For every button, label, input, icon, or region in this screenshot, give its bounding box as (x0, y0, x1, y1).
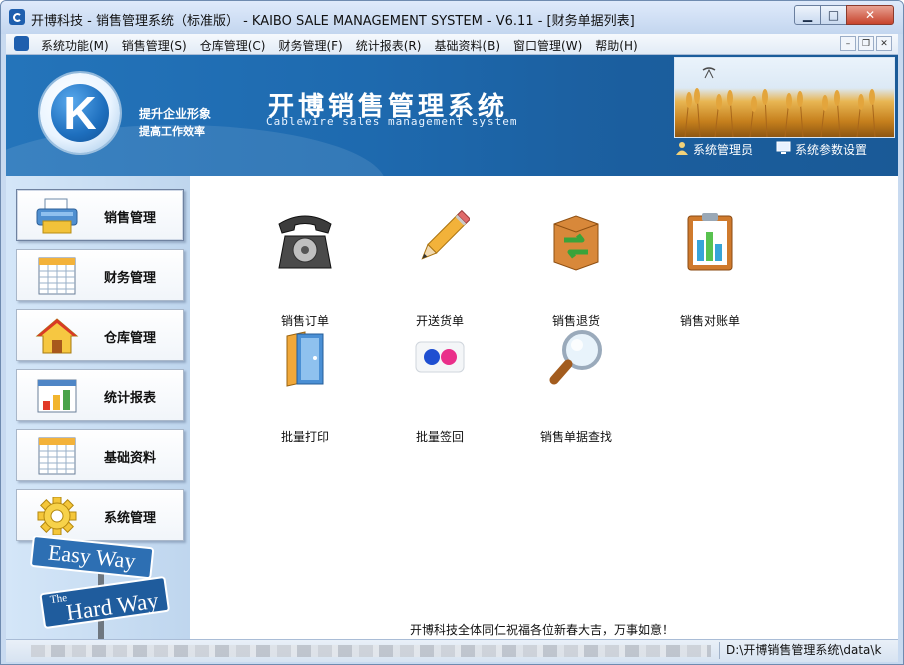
logo-letter: K (63, 87, 97, 139)
road-signs-decoration: Easy Way The Hard Way (26, 535, 186, 639)
menu-finance[interactable]: 财务管理(F) (278, 37, 342, 54)
tile-batch-sign-back[interactable]: 批量签回 (385, 326, 495, 444)
menu-warehouse[interactable]: 仓库管理(C) (200, 37, 266, 54)
monitor-icon (776, 141, 791, 158)
pencil-icon (410, 209, 472, 272)
mdi-close-button[interactable]: ✕ (876, 36, 892, 51)
table-icon (35, 437, 79, 475)
admin-link[interactable]: 系统管理员 (675, 141, 753, 158)
settings-link-label: 系统参数设置 (795, 143, 868, 157)
tile-sales-statement[interactable]: 销售对账单 (655, 210, 765, 328)
sidebar-item-label: 统计报表 (104, 391, 157, 406)
printer-icon (35, 197, 79, 235)
house-icon (35, 317, 79, 355)
menu-reports[interactable]: 统计报表(R) (356, 37, 422, 54)
header-banner: K 提升企业形象 提高工作效率 开博销售管理系统 Cablewire sales… (6, 55, 898, 176)
status-data-path: D:\开博销售管理系统\data\k (719, 642, 894, 659)
tile-sales-document-search[interactable]: 销售单据查找 (521, 326, 631, 444)
application-window: 开博科技 - 销售管理系统（标准版） - KAIBO SALE MANAGEME… (0, 0, 904, 665)
system-subtitle: Cablewire sales management system (266, 115, 518, 128)
sidebar-item-system[interactable]: 系统管理 (16, 489, 184, 541)
title-bar[interactable]: 开博科技 - 销售管理系统（标准版） - KAIBO SALE MANAGEME… (1, 1, 903, 34)
return-box-icon (546, 210, 606, 272)
admin-link-label: 系统管理员 (693, 143, 754, 157)
clipboard-chart-icon (680, 210, 740, 272)
window-title: 开博科技 - 销售管理系统（标准版） - KAIBO SALE MANAGEME… (31, 14, 635, 29)
slogan-line-1: 提升企业形象 (139, 107, 212, 121)
tile-batch-print[interactable]: 批量打印 (250, 326, 360, 444)
sidebar-item-reports[interactable]: 统计报表 (16, 369, 184, 421)
greeting-message: 开博科技全体同仁祝福各位新春大吉，万事如意！ (410, 623, 675, 637)
spreadsheet-icon (35, 257, 79, 295)
sidebar-item-label: 基础资料 (104, 451, 157, 466)
menu-bar: 系统功能(M) 销售管理(S) 仓库管理(C) 财务管理(F) 统计报表(R) … (6, 34, 898, 55)
settings-link[interactable]: 系统参数设置 (776, 141, 867, 158)
tile-label: 销售单据查找 (539, 430, 612, 444)
slogan-line-2: 提高工作效率 (139, 125, 205, 138)
dots-icon (410, 326, 470, 388)
wheat-field-image (674, 57, 895, 138)
user-icon (675, 141, 689, 158)
menu-help[interactable]: 帮助(H) (595, 37, 637, 54)
tile-label: 销售对账单 (679, 314, 740, 328)
sidebar-item-label: 系统管理 (104, 511, 157, 526)
status-bar: D:\开博销售管理系统\data\k (6, 639, 898, 662)
sidebar-item-basic-data[interactable]: 基础资料 (16, 429, 184, 481)
mdi-restore-button[interactable]: ❐ (858, 36, 874, 51)
menu-system[interactable]: 系统功能(M) (41, 37, 109, 54)
gear-icon (35, 496, 79, 536)
sidebar-item-label: 仓库管理 (104, 331, 157, 346)
maximize-button[interactable]: □ (820, 5, 847, 25)
tile-sales-order[interactable]: 销售订单 (250, 210, 360, 328)
status-text-blurred (31, 645, 711, 657)
tile-sales-return[interactable]: 销售退货 (521, 210, 631, 328)
sidebar-item-sales[interactable]: 销售管理 (16, 189, 184, 241)
bar-chart-icon (35, 377, 79, 415)
tile-label: 批量签回 (415, 430, 464, 444)
tile-label: 批量打印 (280, 430, 329, 444)
app-icon[interactable] (9, 9, 25, 25)
sidebar: 销售管理 财务管理 仓库管理 统计报表 基础资料 系统管理 Easy Way T… (6, 176, 190, 639)
folder-print-icon (275, 326, 335, 388)
close-button[interactable]: ✕ (846, 5, 894, 25)
sidebar-item-label: 财务管理 (104, 271, 157, 286)
menu-app-icon[interactable] (14, 36, 29, 51)
sidebar-item-label: 销售管理 (104, 211, 157, 226)
telephone-icon (275, 210, 335, 272)
mdi-minimize-button[interactable]: – (840, 36, 856, 51)
main-panel: 销售订单 开送货单 销售退货 销售对账单 批量打印 批量签回 销售单据查找 开博… (190, 176, 898, 639)
minimize-button[interactable]: ▁ (794, 5, 821, 25)
company-logo: K (40, 73, 120, 153)
menu-sales[interactable]: 销售管理(S) (122, 37, 187, 54)
menu-window[interactable]: 窗口管理(W) (513, 37, 582, 54)
menu-basic-data[interactable]: 基础资料(B) (434, 37, 500, 54)
sidebar-item-finance[interactable]: 财务管理 (16, 249, 184, 301)
tile-delivery-note[interactable]: 开送货单 (385, 209, 495, 328)
magnifier-icon (546, 326, 606, 388)
sidebar-item-warehouse[interactable]: 仓库管理 (16, 309, 184, 361)
